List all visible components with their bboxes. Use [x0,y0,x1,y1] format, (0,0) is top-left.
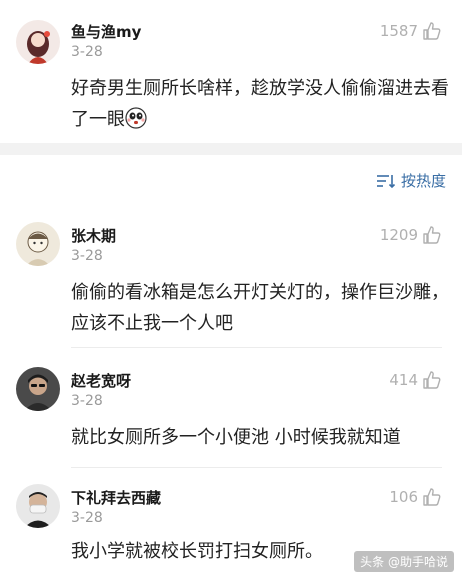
like-button[interactable]: 414 [389,370,442,390]
comment-text: 就比女厕所多一个小便池 小时候我就知道 [71,427,401,448]
comment-text: 偷偷的看冰箱是怎么开灯关灯的，操作巨沙雕，应该不止我一个人吧 [71,282,449,334]
avatar[interactable] [16,20,60,64]
like-count: 106 [389,488,418,506]
like-count: 414 [389,371,418,389]
emoji-icon [125,107,147,129]
like-button[interactable]: 106 [389,487,442,507]
comment-text: 好奇男生厕所长啥样，趁放学没人偷偷溜进去看了一眼 [71,73,451,135]
thumbs-up-icon [423,22,441,40]
like-button[interactable]: 1209 [380,225,442,245]
like-count: 1209 [379,226,418,244]
comment-date: 3-28 [71,44,103,60]
comment-divider [71,467,442,468]
username[interactable]: 鱼与渔my [71,21,141,42]
comment-date: 3-28 [71,248,103,264]
comment-date: 3-28 [71,393,103,409]
username[interactable]: 下礼拜去西藏 [71,487,161,508]
avatar[interactable] [16,484,60,528]
section-divider [0,143,462,155]
sort-button[interactable]: 按热度 [376,170,446,191]
sort-label: 按热度 [400,172,446,190]
comment-divider [71,347,442,348]
thumbs-up-icon [423,488,441,506]
thumbs-up-icon [423,226,441,244]
like-count: 1587 [379,22,418,40]
avatar[interactable] [16,367,60,411]
watermark: 头条 @助手哈说 [354,551,454,572]
comment-page: 鱼与渔my 3-28 1587 好奇男生厕所长啥样，趁放学没人偷偷溜进去看了一眼 [0,0,462,576]
username[interactable]: 赵老宽呀 [71,370,131,391]
like-button[interactable]: 1587 [380,21,442,41]
sort-icon [376,174,396,188]
comment-date: 3-28 [71,510,103,526]
username[interactable]: 张木期 [71,225,116,246]
avatar[interactable] [16,222,60,266]
thumbs-up-icon [423,371,441,389]
